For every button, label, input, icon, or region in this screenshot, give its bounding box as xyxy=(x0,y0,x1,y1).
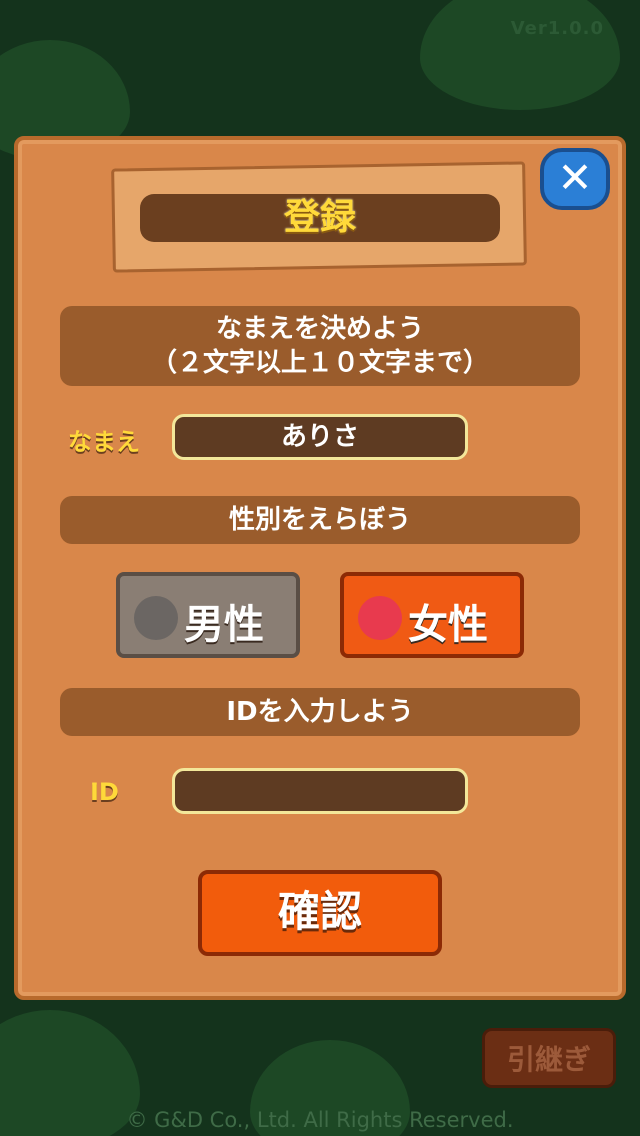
name-label: なまえ xyxy=(68,428,140,456)
male-label: 男性 xyxy=(184,602,264,648)
gender-prompt-banner: 性別をえらぼう xyxy=(60,496,580,544)
version-label: Ver1.0.0 xyxy=(510,18,604,39)
name-prompt-banner: なまえを決めよう （２文字以上１０文字まで） xyxy=(60,306,580,386)
close-x-icon: ✕ xyxy=(557,153,593,202)
gray-bear-icon xyxy=(134,596,178,640)
close-button[interactable]: ✕ xyxy=(540,148,610,210)
handover-button[interactable]: 引継ぎ xyxy=(482,1028,616,1088)
id-prompt-banner: IDを入力しよう xyxy=(60,688,580,736)
female-label: 女性 xyxy=(408,602,488,648)
dialog-title: 登録 xyxy=(140,194,500,242)
red-bear-icon xyxy=(358,596,402,640)
id-input[interactable] xyxy=(172,768,468,814)
leaf-decoration xyxy=(420,0,620,110)
name-prompt-line1: なまえを決めよう xyxy=(215,314,424,344)
confirm-button[interactable]: 確認 xyxy=(198,870,442,956)
id-label: ID xyxy=(90,778,119,806)
female-button[interactable]: 女性 xyxy=(340,572,524,658)
copyright-text: © G&D Co., Ltd. All Rights Reserved. xyxy=(126,1108,514,1132)
male-button[interactable]: 男性 xyxy=(116,572,300,658)
name-prompt-line2: （２文字以上１０文字まで） xyxy=(150,348,489,378)
name-input[interactable]: ありさ xyxy=(172,414,468,460)
